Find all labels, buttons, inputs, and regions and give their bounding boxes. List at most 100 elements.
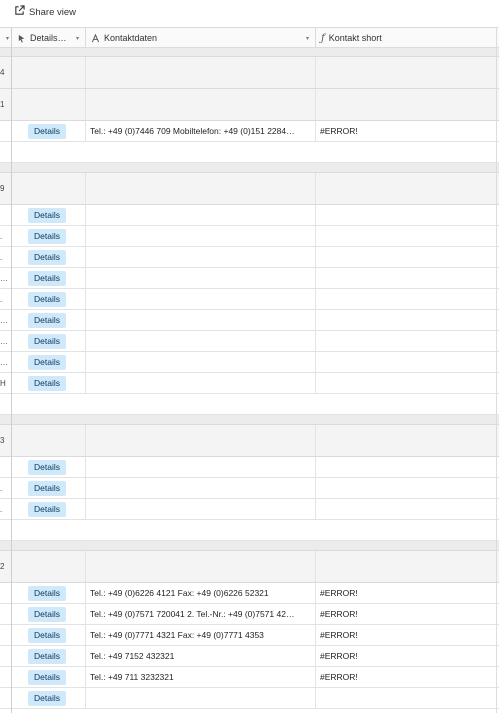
kontaktdaten-cell[interactable] xyxy=(86,310,316,330)
details-cell[interactable]: Details xyxy=(12,247,86,267)
details-cell[interactable]: Details xyxy=(12,625,86,645)
kontaktdaten-cell[interactable]: Tel.: +49 (0)7771 4321 Fax: +49 (0)7771 … xyxy=(86,625,316,645)
kontakt-short-cell[interactable]: #ERROR! xyxy=(316,667,497,687)
table-row[interactable]: Details Tel.: +49 711 3232321 #ERROR! xyxy=(0,667,499,688)
kontaktdaten-cell[interactable] xyxy=(86,57,316,88)
details-cell[interactable]: Details xyxy=(12,205,86,225)
details-button[interactable]: Details xyxy=(28,501,66,517)
details-button[interactable]: Details xyxy=(28,123,66,139)
details-cell[interactable]: Details xyxy=(12,667,86,687)
kontakt-short-cell[interactable] xyxy=(316,457,497,477)
kontakt-short-cell[interactable] xyxy=(316,247,497,267)
table-row[interactable]: Details xyxy=(0,205,499,226)
details-button[interactable]: Details xyxy=(28,333,66,349)
kontakt-short-cell[interactable] xyxy=(316,551,497,582)
kontaktdaten-cell[interactable]: Tel.: +49 (0)7571 720041 2. Tel.-Nr.: +4… xyxy=(86,604,316,624)
share-view-button[interactable]: Share view xyxy=(14,5,76,19)
details-button[interactable]: Details xyxy=(28,291,66,307)
kontakt-short-cell[interactable] xyxy=(316,478,497,498)
kontakt-short-cell[interactable] xyxy=(316,226,497,246)
table-row[interactable]: Details Tel.: +49 (0)7571 720041 2. Tel.-… xyxy=(0,604,499,625)
column-header-details[interactable]: Details… ▾ xyxy=(12,28,86,48)
group-header-row[interactable]: 9 xyxy=(0,173,499,205)
table-row[interactable]: … Details xyxy=(0,268,499,289)
kontaktdaten-cell[interactable] xyxy=(86,478,316,498)
kontaktdaten-cell[interactable] xyxy=(86,425,316,456)
kontakt-short-cell[interactable] xyxy=(316,688,497,708)
kontaktdaten-cell[interactable] xyxy=(86,457,316,477)
add-row[interactable] xyxy=(0,394,499,415)
kontaktdaten-cell[interactable] xyxy=(86,331,316,351)
kontakt-short-cell[interactable] xyxy=(316,499,497,519)
table-row[interactable]: . Details xyxy=(0,478,499,499)
details-cell[interactable]: Details xyxy=(12,583,86,603)
kontakt-short-cell[interactable] xyxy=(316,331,497,351)
details-cell[interactable] xyxy=(12,57,86,88)
kontakt-short-cell[interactable] xyxy=(316,89,497,120)
kontaktdaten-cell[interactable] xyxy=(86,247,316,267)
kontaktdaten-cell[interactable] xyxy=(86,352,316,372)
add-row[interactable] xyxy=(0,520,499,541)
details-button[interactable]: Details xyxy=(28,354,66,370)
kontakt-short-cell[interactable] xyxy=(316,310,497,330)
kontaktdaten-cell[interactable] xyxy=(86,268,316,288)
details-button[interactable]: Details xyxy=(28,585,66,601)
kontakt-short-cell[interactable] xyxy=(316,57,497,88)
table-row[interactable]: . Details xyxy=(0,226,499,247)
details-cell[interactable]: Details xyxy=(12,331,86,351)
table-row[interactable]: Details Tel.: +49 7152 432321 #ERROR! xyxy=(0,646,499,667)
details-cell[interactable] xyxy=(12,551,86,582)
column-header-kontaktdaten[interactable]: Kontaktdaten ▾ xyxy=(86,28,316,48)
table-row[interactable]: … Details xyxy=(0,352,499,373)
kontaktdaten-cell[interactable]: Tel.: +49 (0)6226 4121 Fax: +49 (0)6226 … xyxy=(86,583,316,603)
details-cell[interactable]: Details xyxy=(12,289,86,309)
kontaktdaten-cell[interactable] xyxy=(86,551,316,582)
details-cell[interactable]: Details xyxy=(12,268,86,288)
kontaktdaten-cell[interactable] xyxy=(86,89,316,120)
chevron-down-icon[interactable]: ▾ xyxy=(76,35,79,42)
details-button[interactable]: Details xyxy=(28,270,66,286)
group-header-row[interactable]: 1 xyxy=(0,89,499,121)
details-button[interactable]: Details xyxy=(28,648,66,664)
kontaktdaten-cell[interactable]: Tel.: +49 711 3232321 xyxy=(86,667,316,687)
details-button[interactable]: Details xyxy=(28,669,66,685)
details-cell[interactable]: Details xyxy=(12,373,86,393)
details-cell[interactable] xyxy=(12,89,86,120)
details-cell[interactable] xyxy=(12,173,86,204)
kontaktdaten-cell[interactable]: Tel.: +49 (0)7446 709 Mobiltelefon: +49 … xyxy=(86,121,316,141)
details-cell[interactable]: Details xyxy=(12,310,86,330)
details-cell[interactable]: Details xyxy=(12,499,86,519)
details-cell[interactable]: Details xyxy=(12,457,86,477)
kontaktdaten-cell[interactable] xyxy=(86,499,316,519)
chevron-down-icon[interactable]: ▾ xyxy=(6,35,9,42)
details-cell[interactable]: Details xyxy=(12,352,86,372)
kontakt-short-cell[interactable] xyxy=(316,205,497,225)
details-cell[interactable]: Details xyxy=(12,226,86,246)
table-row[interactable]: Details xyxy=(0,457,499,478)
details-cell[interactable]: Details xyxy=(12,604,86,624)
table-row[interactable]: . Details xyxy=(0,289,499,310)
details-button[interactable]: Details xyxy=(28,207,66,223)
kontakt-short-cell[interactable] xyxy=(316,289,497,309)
table-row[interactable]: H Details xyxy=(0,373,499,394)
table-row[interactable]: Details Tel.: +49 (0)7446 709 Mobiltelefo… xyxy=(0,121,499,142)
kontakt-short-cell[interactable] xyxy=(316,173,497,204)
details-button[interactable]: Details xyxy=(28,480,66,496)
table-row[interactable]: … Details xyxy=(0,310,499,331)
column-header-kontakt-short[interactable]: ƒ Kontakt short xyxy=(316,28,497,48)
kontakt-short-cell[interactable]: #ERROR! xyxy=(316,646,497,666)
add-row[interactable] xyxy=(0,142,499,163)
kontaktdaten-cell[interactable] xyxy=(86,289,316,309)
table-row[interactable]: … Details xyxy=(0,331,499,352)
details-cell[interactable]: Details xyxy=(12,121,86,141)
table-row[interactable]: . Details xyxy=(0,499,499,520)
details-button[interactable]: Details xyxy=(28,627,66,643)
table-row[interactable]: Details xyxy=(0,688,499,709)
kontakt-short-cell[interactable]: #ERROR! xyxy=(316,583,497,603)
table-row[interactable]: Details Tel.: +49 (0)7771 4321 Fax: +49 (… xyxy=(0,625,499,646)
table-row[interactable]: Details Tel.: +49 (0)6226 4121 Fax: +49 (… xyxy=(0,583,499,604)
kontakt-short-cell[interactable]: #ERROR! xyxy=(316,121,497,141)
details-button[interactable]: Details xyxy=(28,459,66,475)
group-header-row[interactable]: 3 xyxy=(0,425,499,457)
kontaktdaten-cell[interactable] xyxy=(86,173,316,204)
